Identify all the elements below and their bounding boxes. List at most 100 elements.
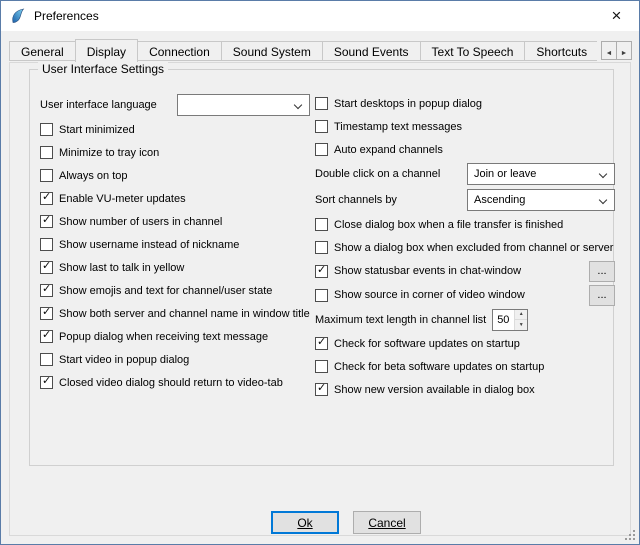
checkbox-new-version-dialog[interactable]: Show new version available in dialog box: [315, 378, 615, 401]
checkbox-statusbar-events[interactable]: Show statusbar events in chat-window: [315, 265, 521, 278]
dialog-buttons: Ok Cancel: [271, 511, 421, 534]
arrow-left-icon: [606, 43, 613, 58]
tab-bar: General Display Connection Sound System …: [9, 39, 597, 63]
checkbox-video-popup-dialog[interactable]: Start video in popup dialog: [40, 348, 310, 371]
checkbox-box[interactable]: [315, 337, 328, 350]
close-icon: [612, 7, 622, 24]
checkbox-box[interactable]: [315, 383, 328, 396]
checkbox-popup-text-message[interactable]: Popup dialog when receiving text message: [40, 325, 310, 348]
language-combobox[interactable]: [177, 94, 310, 116]
checkbox-box[interactable]: [40, 169, 53, 182]
ui-settings-group: User Interface Settings User interface l…: [29, 69, 614, 466]
checkbox-label: Show emojis and text for channel/user st…: [59, 285, 272, 297]
checkbox-check-updates[interactable]: Check for software updates on startup: [315, 332, 615, 355]
checkbox-label: Show number of users in channel: [59, 216, 222, 228]
checkbox-box[interactable]: [40, 284, 53, 297]
tab-scroll-left-button[interactable]: [601, 41, 617, 60]
checkbox-label: Show username instead of nickname: [59, 239, 239, 251]
video-source-row: Show source in corner of video window ..…: [315, 283, 615, 307]
spinner-buttons: [514, 310, 527, 330]
checkbox-box[interactable]: [315, 289, 328, 302]
checkbox-label: Closed video dialog should return to vid…: [59, 377, 283, 389]
checkbox-box[interactable]: [40, 238, 53, 251]
sort-channels-label: Sort channels by: [315, 194, 397, 206]
tab-display[interactable]: Display: [75, 39, 138, 62]
language-label: User interface language: [40, 99, 157, 111]
checkbox-box[interactable]: [40, 261, 53, 274]
checkbox-label: Check for beta software updates on start…: [334, 361, 544, 373]
checkbox-label: Start desktops in popup dialog: [334, 98, 482, 110]
tab-shortcuts[interactable]: Shortcuts: [524, 41, 597, 61]
checkbox-label: Start minimized: [59, 124, 135, 136]
checkbox-box[interactable]: [40, 146, 53, 159]
tab-scroll-right-button[interactable]: [616, 41, 632, 60]
titlebar[interactable]: Preferences: [1, 1, 639, 31]
checkbox-label: Show last to talk in yellow: [59, 262, 184, 274]
checkbox-excluded-dialog[interactable]: Show a dialog box when excluded from cha…: [315, 236, 615, 259]
ok-button[interactable]: Ok: [271, 511, 339, 534]
checkbox-label: Close dialog box when a file transfer is…: [334, 219, 563, 231]
tab-sound-system[interactable]: Sound System: [221, 41, 323, 61]
preferences-dialog: Preferences General Display Connection S…: [0, 0, 640, 545]
tab-text-to-speech[interactable]: Text To Speech: [420, 41, 526, 61]
checkbox-always-on-top[interactable]: Always on top: [40, 164, 310, 187]
checkbox-vu-meter-updates[interactable]: Enable VU-meter updates: [40, 187, 310, 210]
checkbox-box[interactable]: [40, 353, 53, 366]
checkbox-video-return-tab[interactable]: Closed video dialog should return to vid…: [40, 371, 310, 394]
tab-connection[interactable]: Connection: [137, 41, 222, 61]
checkbox-check-beta-updates[interactable]: Check for beta software updates on start…: [315, 355, 615, 378]
tab-sound-events[interactable]: Sound Events: [322, 41, 421, 61]
checkbox-box[interactable]: [40, 376, 53, 389]
checkbox-label: Auto expand channels: [334, 144, 443, 156]
tab-general[interactable]: General: [9, 41, 76, 61]
chevron-down-icon: [599, 196, 607, 204]
checkbox-video-source-corner[interactable]: Show source in corner of video window: [315, 289, 525, 302]
checkbox-label: Check for software updates on startup: [334, 338, 520, 350]
right-column: Start desktops in popup dialog Timestamp…: [315, 92, 615, 401]
checkbox-show-user-count[interactable]: Show number of users in channel: [40, 210, 310, 233]
video-source-config-button[interactable]: ...: [589, 285, 615, 306]
combobox-value: Ascending: [474, 194, 525, 206]
statusbar-config-button[interactable]: ...: [589, 261, 615, 282]
checkbox-auto-expand-channels[interactable]: Auto expand channels: [315, 138, 615, 161]
checkbox-start-minimized[interactable]: Start minimized: [40, 118, 310, 141]
checkbox-box[interactable]: [40, 123, 53, 136]
checkbox-last-to-talk-yellow[interactable]: Show last to talk in yellow: [40, 256, 310, 279]
checkbox-box[interactable]: [40, 330, 53, 343]
checkbox-desktops-popup[interactable]: Start desktops in popup dialog: [315, 92, 615, 115]
max-text-length-row: Maximum text length in channel list 50: [315, 307, 615, 332]
spinner-down-button[interactable]: [515, 320, 527, 330]
checkbox-label: Always on top: [59, 170, 127, 182]
checkbox-box[interactable]: [315, 241, 328, 254]
checkbox-close-on-transfer[interactable]: Close dialog box when a file transfer is…: [315, 213, 615, 236]
checkbox-box[interactable]: [315, 97, 328, 110]
max-text-length-spinner[interactable]: 50: [492, 309, 528, 331]
checkbox-label: Show both server and channel name in win…: [59, 308, 310, 320]
close-button[interactable]: [594, 1, 639, 30]
checkbox-box[interactable]: [315, 360, 328, 373]
checkbox-box[interactable]: [315, 143, 328, 156]
window-title: Preferences: [34, 9, 99, 23]
resize-grip[interactable]: [624, 529, 636, 541]
checkbox-box[interactable]: [315, 265, 328, 278]
checkbox-show-username[interactable]: Show username instead of nickname: [40, 233, 310, 256]
checkbox-box[interactable]: [315, 218, 328, 231]
double-click-combobox[interactable]: Join or leave: [467, 163, 615, 185]
checkbox-box[interactable]: [315, 120, 328, 133]
combobox-value: Join or leave: [474, 168, 536, 180]
checkbox-server-channel-in-title[interactable]: Show both server and channel name in win…: [40, 302, 310, 325]
cancel-button[interactable]: Cancel: [353, 511, 421, 534]
language-row: User interface language: [40, 92, 310, 118]
spinner-value[interactable]: 50: [493, 310, 514, 330]
checkbox-box[interactable]: [40, 192, 53, 205]
checkbox-emojis-text-state[interactable]: Show emojis and text for channel/user st…: [40, 279, 310, 302]
checkbox-minimize-to-tray[interactable]: Minimize to tray icon: [40, 141, 310, 164]
sort-channels-combobox[interactable]: Ascending: [467, 189, 615, 211]
checkbox-label: Show new version available in dialog box: [334, 384, 535, 396]
checkbox-box[interactable]: [40, 215, 53, 228]
checkbox-box[interactable]: [40, 307, 53, 320]
chevron-down-icon: [599, 170, 607, 178]
checkbox-timestamp-messages[interactable]: Timestamp text messages: [315, 115, 615, 138]
spinner-up-button[interactable]: [515, 310, 527, 321]
left-column: User interface language Start minimized …: [40, 92, 310, 394]
